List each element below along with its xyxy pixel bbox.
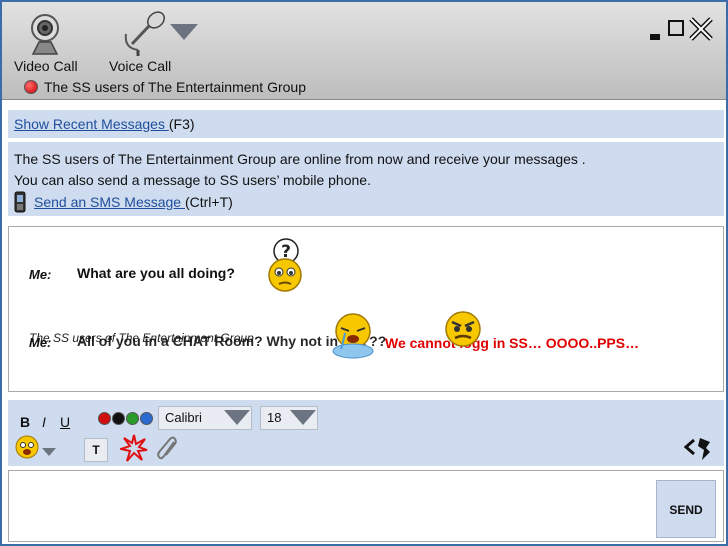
text-style-button[interactable]: T xyxy=(84,438,108,462)
video-call-label[interactable]: Video Call xyxy=(14,58,78,74)
attachment-icon[interactable] xyxy=(156,436,180,462)
sms-shortcut: (Ctrl+T) xyxy=(184,193,233,210)
chat-history[interactable]: Me: What are you all doing? ? The SS use… xyxy=(8,226,724,392)
question-smiley-icon: ? xyxy=(265,237,303,293)
info-line-2: You can also send a message to SS users’… xyxy=(14,172,371,188)
message-sender: Me: xyxy=(29,335,52,350)
emoticon-dropdown-icon[interactable] xyxy=(42,448,56,456)
send-button[interactable]: SEND xyxy=(656,480,716,538)
font-dropdown-icon[interactable] xyxy=(224,410,250,425)
color-picker[interactable] xyxy=(98,412,153,425)
color-blue[interactable] xyxy=(140,412,153,425)
message-text: What are you all doing? xyxy=(77,265,235,281)
size-value: 18 xyxy=(267,410,282,425)
chat-window: Video Call Voice Call The SS users of Th… xyxy=(0,0,728,546)
bold-button[interactable]: B xyxy=(20,414,30,430)
more-options-icon[interactable] xyxy=(684,434,714,462)
recent-shortcut: (F3) xyxy=(168,116,195,132)
color-black[interactable] xyxy=(112,412,125,425)
group-name: The SS users of The Entertainment Group xyxy=(44,79,306,95)
show-recent-messages-link[interactable]: Show Recent Messages xyxy=(14,116,169,132)
underline-button[interactable]: U xyxy=(60,414,70,430)
angry-smiley-icon xyxy=(443,309,483,349)
microphone-icon[interactable] xyxy=(120,10,168,56)
font-value: Calibri xyxy=(165,410,202,425)
maximize-icon[interactable] xyxy=(668,20,684,36)
info-line-1: The SS users of The Entertainment Group … xyxy=(14,151,586,167)
reply-text: We cannot logg in SS… OOOO..PPS… xyxy=(385,335,640,351)
recent-messages-bar: Show Recent Messages (F3) xyxy=(8,110,724,138)
minimize-icon[interactable] xyxy=(650,34,660,40)
emoticon-icon[interactable] xyxy=(14,434,40,460)
info-panel: The SS users of The Entertainment Group … xyxy=(8,142,724,216)
color-red[interactable] xyxy=(98,412,111,425)
sms-row: Send an SMS Message (Ctrl+T) xyxy=(14,191,718,213)
group-status: The SS users of The Entertainment Group xyxy=(24,79,306,95)
color-green[interactable] xyxy=(126,412,139,425)
status-dot-icon xyxy=(24,80,38,94)
nudge-icon[interactable] xyxy=(120,434,148,462)
crying-smiley-icon xyxy=(331,309,377,359)
message-sender: Me: xyxy=(29,267,52,282)
message-input[interactable] xyxy=(8,470,724,542)
close-icon[interactable] xyxy=(688,16,714,42)
formatting-toolbar: B I U Calibri 18 T xyxy=(8,400,724,466)
title-bar: Video Call Voice Call The SS users of Th… xyxy=(2,2,726,100)
italic-button[interactable]: I xyxy=(42,414,46,430)
webcam-icon[interactable] xyxy=(28,12,62,56)
voice-dropdown-icon[interactable] xyxy=(170,24,198,40)
size-dropdown-icon[interactable] xyxy=(290,410,316,425)
send-sms-link[interactable]: Send an SMS Message xyxy=(34,194,185,210)
voice-call-label[interactable]: Voice Call xyxy=(109,58,171,74)
mobile-phone-icon xyxy=(14,191,26,213)
